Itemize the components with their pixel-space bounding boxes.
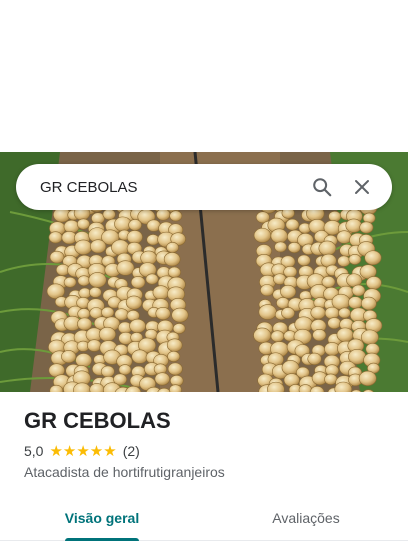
place-info: GR CEBOLAS 5,0 ★★★★★ (2) Atacadista de h…: [24, 406, 394, 480]
rating-row[interactable]: 5,0 ★★★★★ (2): [24, 442, 394, 460]
rating-value: 5,0: [24, 443, 44, 459]
review-count[interactable]: (2): [123, 443, 140, 459]
tab-overview-label: Visão geral: [64, 510, 140, 526]
search-input[interactable]: GR CEBOLAS: [40, 179, 302, 196]
tab-reviews[interactable]: Avaliações: [204, 496, 408, 540]
search-bar[interactable]: GR CEBOLAS: [16, 164, 392, 210]
tab-overview[interactable]: Visão geral: [0, 496, 204, 541]
close-icon[interactable]: [342, 167, 382, 207]
place-category: Atacadista de hortifrutigranjeiros: [24, 464, 225, 480]
search-icon[interactable]: [302, 167, 342, 207]
active-tab-indicator: [65, 538, 139, 541]
star-rating-icon: ★★★★★: [49, 443, 117, 460]
tab-bar: Visão geral Avaliações: [0, 496, 408, 541]
tab-reviews-label: Avaliações: [272, 510, 340, 526]
place-title: GR CEBOLAS: [24, 408, 171, 433]
